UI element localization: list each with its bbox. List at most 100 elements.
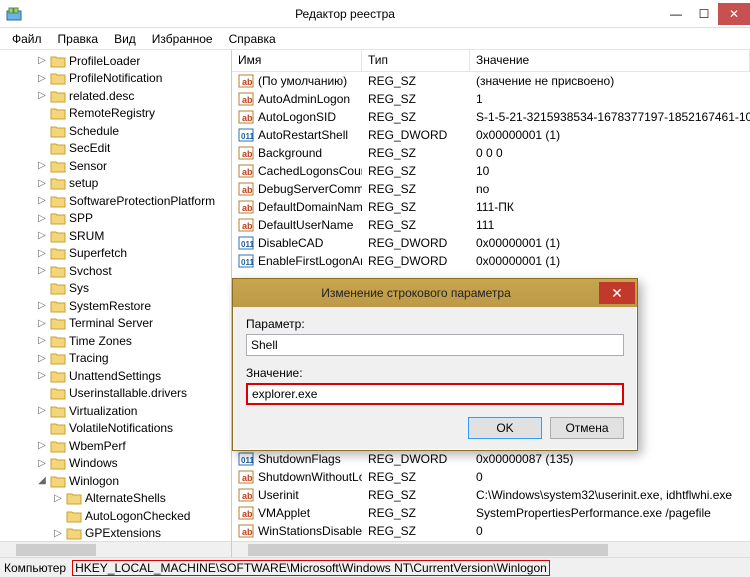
expander-icon[interactable]: ▷ [36, 335, 48, 346]
tree-item[interactable]: ▷Time Zones [0, 332, 231, 350]
list-row[interactable]: abBackgroundREG_SZ0 0 0 [232, 144, 750, 162]
param-input[interactable] [246, 334, 624, 356]
col-value[interactable]: Значение [470, 50, 750, 71]
tree-item[interactable]: ▷ProfileLoader [0, 52, 231, 70]
tree-item[interactable]: ▷WbemPerf [0, 437, 231, 455]
expander-icon[interactable]: ▷ [36, 458, 48, 469]
list-row[interactable]: abDebugServerComma...REG_SZno [232, 180, 750, 198]
param-label: Параметр: [246, 317, 624, 331]
list-row[interactable]: ab(По умолчанию)REG_SZ(значение не присв… [232, 72, 750, 90]
col-type[interactable]: Тип [362, 50, 470, 71]
cancel-button[interactable]: Отмена [550, 417, 624, 439]
dialog-titlebar: Изменение строкового параметра ✕ [233, 279, 637, 307]
value-type-icon: 011 [238, 235, 254, 251]
list-row[interactable]: 011AutoRestartShellREG_DWORD0x00000001 (… [232, 126, 750, 144]
list-row[interactable]: abAutoLogonSIDREG_SZS-1-5-21-3215938534-… [232, 108, 750, 126]
expander-icon[interactable]: ▷ [36, 248, 48, 259]
tree-item-label: Superfetch [69, 246, 127, 260]
expander-icon[interactable]: ▷ [36, 265, 48, 276]
tree-item[interactable]: ▷GPExtensions [0, 525, 231, 543]
tree-item[interactable]: SecEdit [0, 140, 231, 158]
list-row[interactable]: abVMAppletREG_SZSystemPropertiesPerforma… [232, 504, 750, 522]
folder-icon [50, 474, 66, 488]
tree-item[interactable]: ▷Virtualization [0, 402, 231, 420]
list-row[interactable]: 011EnableFirstLogonAniREG_DWORD0x0000000… [232, 252, 750, 270]
tree-item[interactable]: Userinstallable.drivers [0, 385, 231, 403]
expander-icon[interactable]: ▷ [36, 370, 48, 381]
expander-icon[interactable]: ▷ [36, 440, 48, 451]
tree-item[interactable]: ▷SPP [0, 210, 231, 228]
close-button[interactable]: ✕ [718, 3, 750, 25]
menu-favorites[interactable]: Избранное [144, 30, 221, 48]
list-row[interactable]: abUserinitREG_SZC:\Windows\system32\user… [232, 486, 750, 504]
window-title: Редактор реестра [28, 7, 662, 21]
expander-icon[interactable]: ▷ [36, 213, 48, 224]
tree-item[interactable]: Sys [0, 280, 231, 298]
cell-name: abShutdownWithoutLo... [232, 469, 362, 485]
tree-item[interactable]: AutoLogonChecked [0, 507, 231, 525]
list-row[interactable]: 011ShutdownFlagsREG_DWORD0x00000087 (135… [232, 450, 750, 468]
list-row[interactable]: abShutdownWithoutLo...REG_SZ0 [232, 468, 750, 486]
list-row[interactable]: abDefaultDomainNameREG_SZ111-ПК [232, 198, 750, 216]
expander-icon[interactable]: ▷ [36, 195, 48, 206]
menu-help[interactable]: Справка [221, 30, 284, 48]
expander-icon[interactable]: ▷ [36, 230, 48, 241]
expander-icon[interactable]: ▷ [36, 160, 48, 171]
tree-item[interactable]: ▷ Tracing [0, 350, 231, 368]
expander-icon[interactable]: ▷ [36, 405, 48, 416]
registry-tree[interactable]: ▷ProfileLoader▷ProfileNotification▷relat… [0, 50, 231, 557]
expander-icon[interactable]: ▷ [52, 493, 64, 504]
list-row[interactable]: 011DisableCADREG_DWORD0x00000001 (1) [232, 234, 750, 252]
tree-item[interactable]: ▷related.desc [0, 87, 231, 105]
tree-item[interactable]: ▷Terminal Server [0, 315, 231, 333]
tree-item[interactable]: ▷Sensor [0, 157, 231, 175]
tree-item[interactable]: ▷Windows [0, 455, 231, 473]
cell-value: 0 0 0 [470, 146, 750, 160]
tree-item-label: Tracing [69, 351, 109, 365]
expander-icon[interactable]: ▷ [36, 318, 48, 329]
tree-item[interactable]: ▷ Superfetch [0, 245, 231, 263]
tree-item[interactable]: ▷SoftwareProtectionPlatform [0, 192, 231, 210]
value-type-icon: ab [238, 505, 254, 521]
cell-type: REG_SZ [362, 218, 470, 232]
expander-icon[interactable]: ◢ [36, 475, 48, 486]
expander-icon[interactable]: ▷ [36, 73, 48, 84]
tree-item[interactable]: RemoteRegistry [0, 105, 231, 123]
expander-icon[interactable]: ▷ [36, 178, 48, 189]
minimize-button[interactable]: — [662, 3, 690, 25]
list-row[interactable]: abCachedLogonsCountREG_SZ10 [232, 162, 750, 180]
tree-item[interactable]: ▷Svchost [0, 262, 231, 280]
expander-icon[interactable]: ▷ [36, 55, 48, 66]
expander-icon[interactable]: ▷ [36, 300, 48, 311]
tree-item[interactable]: ▷AlternateShells [0, 490, 231, 508]
tree-item[interactable]: ▷UnattendSettings [0, 367, 231, 385]
cell-type: REG_DWORD [362, 236, 470, 250]
tree-item[interactable]: VolatileNotifications [0, 420, 231, 438]
col-name[interactable]: Имя [232, 50, 362, 71]
menu-edit[interactable]: Правка [50, 30, 107, 48]
tree-item[interactable]: ▷SRUM [0, 227, 231, 245]
expander-icon[interactable]: ▷ [36, 90, 48, 101]
tree-scrollbar-h[interactable] [0, 541, 231, 557]
list-scrollbar-h[interactable] [232, 541, 750, 557]
dialog-close-button[interactable]: ✕ [599, 282, 635, 304]
tree-item[interactable]: ▷setup [0, 175, 231, 193]
expander-icon[interactable]: ▷ [36, 353, 48, 364]
list-row[interactable]: abDefaultUserNameREG_SZ111 [232, 216, 750, 234]
cell-name: abUserinit [232, 487, 362, 503]
value-input[interactable] [246, 383, 624, 405]
cell-type: REG_SZ [362, 74, 470, 88]
menu-file[interactable]: Файл [4, 30, 50, 48]
list-row[interactable]: abWinStationsDisabledREG_SZ0 [232, 522, 750, 540]
tree-item[interactable]: ▷ProfileNotification [0, 70, 231, 88]
expander-icon[interactable]: ▷ [52, 528, 64, 539]
tree-item[interactable]: ▷SystemRestore [0, 297, 231, 315]
menu-view[interactable]: Вид [106, 30, 144, 48]
list-row[interactable]: abAutoAdminLogonREG_SZ1 [232, 90, 750, 108]
maximize-button[interactable]: ☐ [690, 3, 718, 25]
tree-item[interactable]: ◢Winlogon [0, 472, 231, 490]
tree-item[interactable]: Schedule [0, 122, 231, 140]
cell-value: 0x00000087 (135) [470, 452, 750, 466]
ok-button[interactable]: OK [468, 417, 542, 439]
folder-icon [50, 404, 66, 418]
